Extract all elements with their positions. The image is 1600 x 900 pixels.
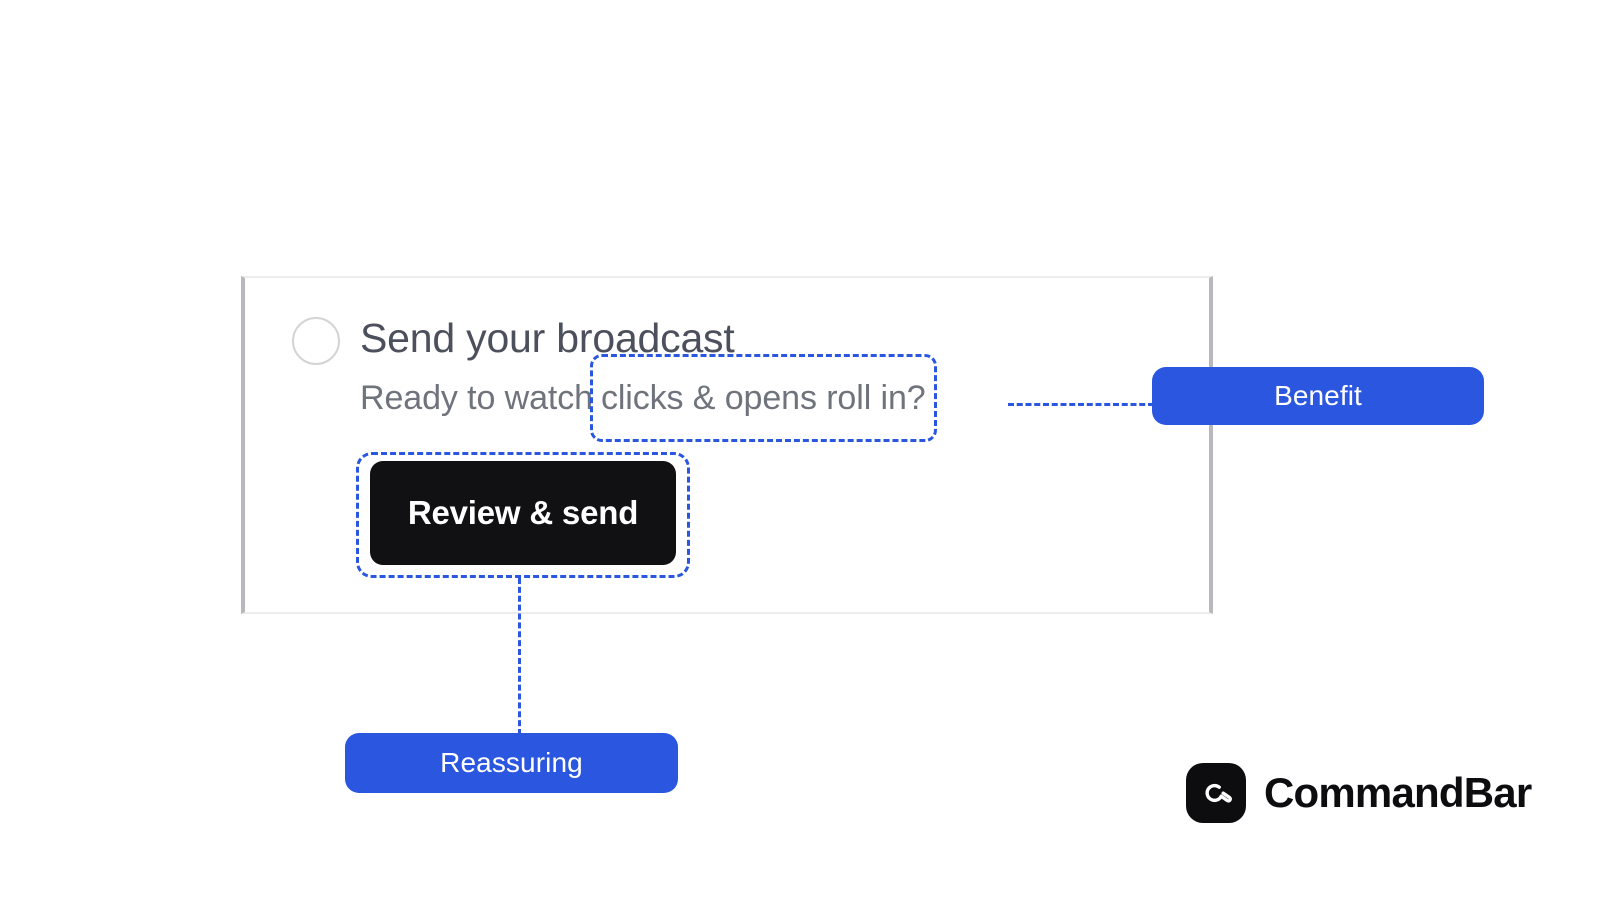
- connector-reassuring: [518, 578, 521, 735]
- cta-annotation-outline: Review & send: [356, 452, 690, 578]
- connector-benefit: [1008, 403, 1154, 406]
- annotation-badge-reassuring: Reassuring: [345, 733, 678, 793]
- annotated-screenshot-canvas: Send your broadcast Ready to watch click…: [0, 0, 1600, 900]
- commandbar-wordmark: CommandBar: [1264, 769, 1532, 816]
- step-subtitle: Ready to watch clicks & opens roll in?: [360, 354, 937, 442]
- highlighted-benefit-phrase: clicks & opens roll in?: [589, 354, 937, 442]
- step-title: Send your broadcast: [360, 315, 735, 361]
- brand-lockup: CommandBar: [1186, 763, 1532, 823]
- annotation-badge-benefit: Benefit: [1152, 367, 1484, 425]
- step-subtitle-lead: Ready to watch: [360, 379, 593, 417]
- step-radio-icon[interactable]: [292, 317, 340, 365]
- review-and-send-button[interactable]: Review & send: [370, 461, 676, 565]
- commandbar-logo-icon: [1186, 763, 1246, 823]
